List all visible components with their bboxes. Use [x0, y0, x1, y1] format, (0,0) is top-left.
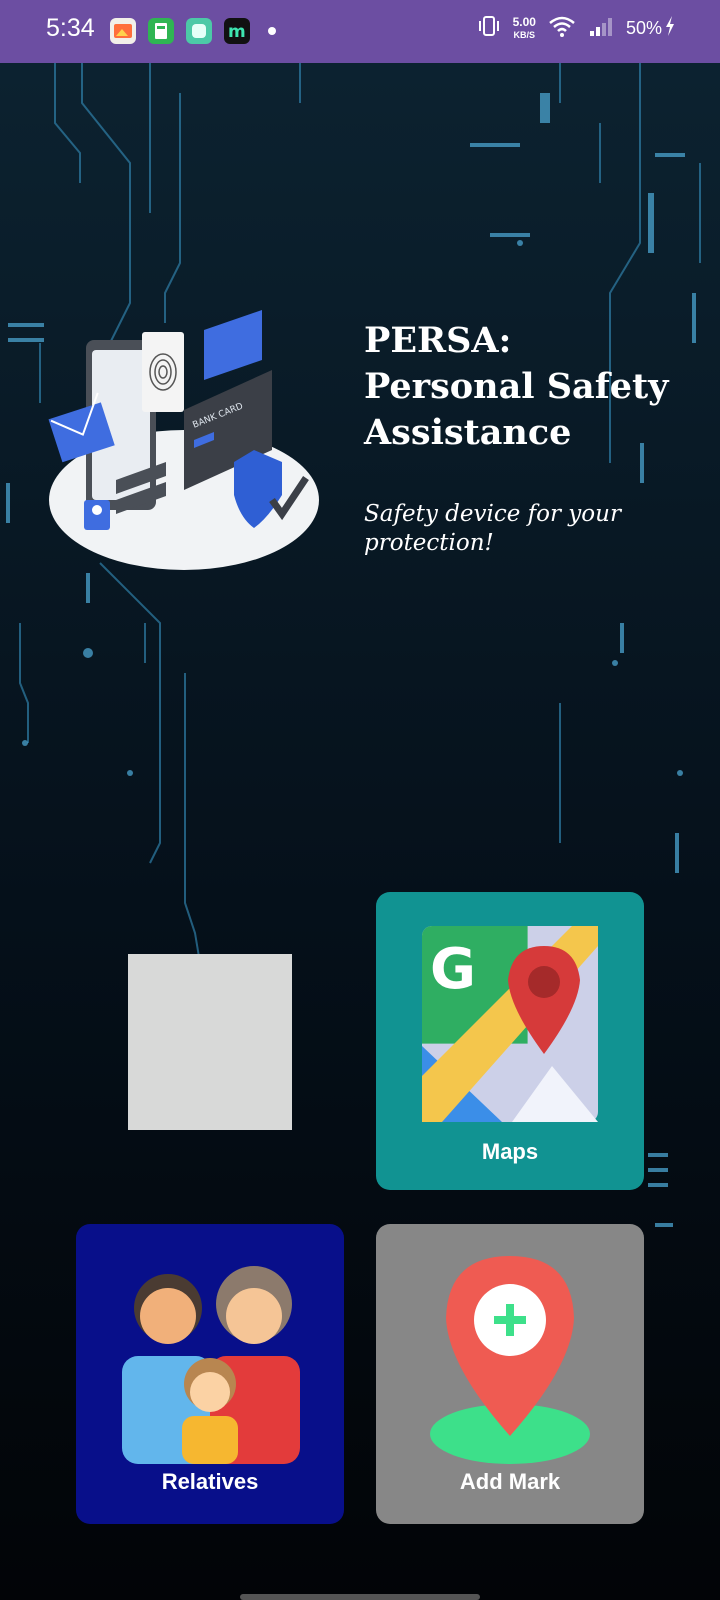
vibrate-icon: [477, 14, 501, 43]
signal-icon: [588, 15, 614, 42]
home-indicator[interactable]: [240, 1594, 480, 1600]
relatives-button[interactable]: Relatives: [76, 1224, 344, 1524]
add-location-pin-icon: [430, 1256, 590, 1464]
maps-label: Maps: [481, 1139, 539, 1164]
status-indicators: 5.00 KB/S 50%: [477, 14, 676, 43]
calculator-app-icon: [148, 18, 174, 44]
app-title: PERSA: Personal Safety Assistance: [364, 320, 669, 453]
maps-button[interactable]: G Maps: [376, 892, 644, 1190]
notification-icons: m: [110, 18, 276, 44]
add-mark-label: Add Mark: [459, 1469, 561, 1494]
wifi-icon: [548, 14, 576, 43]
fingerprint-card: [142, 332, 184, 412]
folder-icon: [204, 310, 262, 380]
more-notifications-icon: [268, 27, 276, 35]
gallery-app-icon: [110, 18, 136, 44]
family-icon: [122, 1266, 300, 1464]
net-speed: 5.00 KB/S: [513, 16, 536, 41]
net-speed-value: 5.00: [512, 15, 536, 29]
app-tagline: Safety device for your protection!: [364, 501, 621, 556]
status-bar: 5:34 m 5.00 KB/S 50%: [0, 0, 720, 63]
m-app-icon: m: [224, 18, 250, 44]
add-mark-button[interactable]: Add Mark: [376, 1224, 644, 1524]
chat-app-icon: [186, 18, 212, 44]
net-speed-unit: KB/S: [513, 30, 536, 40]
charging-icon: [664, 15, 676, 42]
svg-text:m: m: [228, 22, 246, 42]
status-time: 5:34: [46, 14, 95, 42]
image-placeholder[interactable]: [128, 954, 292, 1130]
security-illustration: BANK CARD: [48, 310, 319, 570]
svg-text:G: G: [430, 937, 476, 1002]
battery-level: 50%: [625, 18, 662, 38]
relatives-label: Relatives: [161, 1469, 259, 1494]
google-maps-icon: G: [422, 926, 598, 1122]
